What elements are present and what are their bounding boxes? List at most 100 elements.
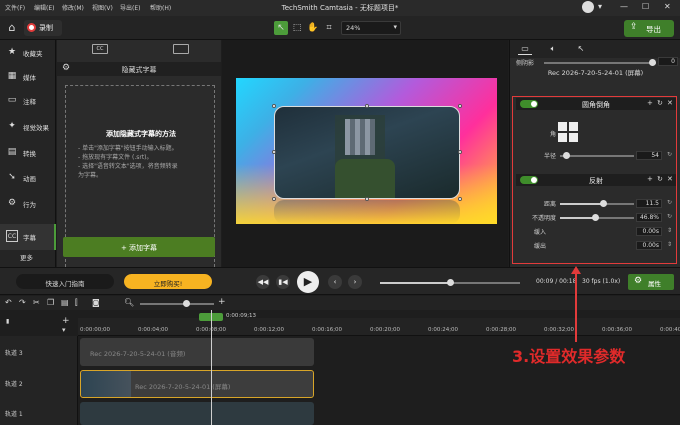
remove-effect-icon[interactable]: ✕	[667, 175, 673, 183]
radius-slider-knob[interactable]	[562, 152, 570, 159]
menu-export[interactable]: 导出(E)	[120, 3, 140, 12]
timeline-zoom-knob[interactable]	[183, 300, 190, 307]
export-button[interactable]: ⇪ 导出	[624, 20, 674, 37]
previous-icon[interactable]: ‹	[328, 275, 342, 289]
chevron-down-icon[interactable]: ▾	[62, 326, 66, 334]
nav-captions[interactable]: CC 字幕	[0, 224, 56, 250]
zoom-in-icon[interactable]: +	[218, 297, 226, 307]
add-caption-button[interactable]: + 添加字幕	[63, 237, 215, 257]
opacity-slider[interactable]	[544, 62, 656, 64]
video-properties-tab-icon[interactable]: ▭	[518, 43, 532, 55]
reflection-opacity-slider-knob[interactable]	[591, 214, 599, 221]
opacity-slider-knob[interactable]	[649, 59, 656, 66]
close-icon[interactable]: ✕	[664, 2, 671, 11]
pan-tool-icon[interactable]: ✋	[306, 21, 320, 35]
quick-start-guide-button[interactable]: 快速入门指南	[16, 274, 114, 289]
play-icon[interactable]: ▶	[297, 271, 319, 293]
opacity-value[interactable]: 0	[658, 57, 678, 66]
nav-more[interactable]: 更多	[20, 252, 33, 262]
nav-media[interactable]: ▦ 媒体	[0, 64, 56, 90]
playhead[interactable]	[211, 310, 212, 425]
account-dropdown-icon[interactable]: ▾	[598, 2, 602, 11]
properties-button[interactable]: ⚙ 属性	[628, 274, 674, 290]
corner-bottom-right[interactable]	[569, 133, 578, 142]
menu-help[interactable]: 帮助(H)	[150, 3, 171, 12]
nav-transitions[interactable]: ▤ 转换	[0, 140, 56, 166]
corner-top-right[interactable]	[569, 122, 578, 131]
radius-slider[interactable]	[560, 155, 634, 157]
timeline-zoom-slider[interactable]	[140, 303, 214, 305]
menu-file[interactable]: 文件(F)	[5, 3, 25, 12]
track1-clip[interactable]	[80, 402, 314, 425]
video-frame[interactable]	[274, 106, 460, 199]
resize-handle[interactable]	[272, 150, 276, 154]
stepper-icon[interactable]: ⇕	[667, 227, 672, 234]
track-options-icon[interactable]: ▮	[6, 318, 9, 325]
nav-annotations[interactable]: ▭ 注释	[0, 88, 56, 114]
fade-out-value[interactable]: 0.00s	[636, 241, 662, 250]
maximize-icon[interactable]: ☐	[642, 2, 649, 11]
split-icon[interactable]: ⫿	[75, 298, 78, 308]
minimize-icon[interactable]: —	[620, 2, 628, 11]
select-tool-icon[interactable]: ↖	[274, 21, 288, 35]
camera-icon[interactable]: ◙	[92, 298, 100, 307]
folder-tab-icon[interactable]	[173, 44, 189, 54]
rewind-icon[interactable]: ◀◀	[256, 275, 270, 289]
menu-view[interactable]: 视图(V)	[92, 3, 113, 12]
add-effect-icon[interactable]: +	[647, 175, 653, 183]
resize-handle[interactable]	[458, 150, 462, 154]
reset-icon[interactable]: ↻	[657, 175, 663, 183]
corner-top-left[interactable]	[558, 122, 567, 131]
crop-tool-icon[interactable]: ⌗	[322, 21, 336, 35]
resize-handle[interactable]	[272, 104, 276, 108]
undo-icon[interactable]: ↶	[5, 298, 12, 307]
stepper-icon[interactable]: ⇕	[667, 241, 672, 248]
audio-clip[interactable]: Rec 2026-7-20-5-24-01 (音频)	[80, 338, 314, 366]
reset-icon[interactable]: ↻	[667, 213, 672, 220]
audio-tab-icon[interactable]: 🔈︎	[546, 43, 560, 55]
distance-value[interactable]: 11.5	[636, 199, 662, 208]
zoom-out-icon[interactable]: 🔍︎	[124, 298, 134, 307]
cursor-tab-icon[interactable]: ↖	[574, 43, 588, 55]
add-effect-icon[interactable]: +	[647, 99, 653, 107]
distance-slider-knob[interactable]	[599, 200, 607, 207]
resize-handle[interactable]	[272, 197, 276, 201]
home-icon[interactable]: ⌂	[5, 21, 19, 35]
account-avatar-icon[interactable]	[582, 1, 594, 13]
corner-picker[interactable]	[558, 122, 578, 142]
preview-canvas[interactable]	[236, 78, 497, 224]
resize-handle[interactable]	[365, 104, 369, 108]
redo-icon[interactable]: ↷	[19, 298, 26, 307]
cut-icon[interactable]: ✂	[33, 298, 40, 307]
step-back-icon[interactable]: ▮◀	[276, 275, 290, 289]
resize-handle[interactable]	[365, 197, 369, 201]
menu-edit[interactable]: 编辑(E)	[34, 3, 54, 12]
resize-handle[interactable]	[458, 104, 462, 108]
screen-clip[interactable]: Rec 2026-7-20-5-24-01 (屏幕)	[80, 370, 314, 398]
nav-animations[interactable]: ➘ 动画	[0, 165, 56, 191]
corner-bottom-left[interactable]	[558, 133, 567, 142]
reset-icon[interactable]: ↻	[667, 199, 672, 206]
zoom-select[interactable]: 24% ▾	[341, 21, 401, 35]
nav-favorites[interactable]: ★ 收藏夹	[0, 40, 56, 66]
multi-select-tool-icon[interactable]: ⬚	[290, 21, 304, 35]
reset-icon[interactable]: ↻	[657, 99, 663, 107]
radius-value[interactable]: 54	[636, 151, 662, 160]
playback-scrubber-knob[interactable]	[447, 279, 454, 286]
nav-visual-effects[interactable]: ✦ 视觉效果	[0, 114, 56, 140]
next-icon[interactable]: ›	[348, 275, 362, 289]
cc-tab-icon[interactable]: CC	[92, 44, 108, 54]
reset-icon[interactable]: ↻	[667, 151, 672, 158]
add-track-icon[interactable]: +	[62, 316, 70, 326]
paste-icon[interactable]: ▤	[61, 298, 69, 307]
timeline-ruler[interactable]: 0:00:00;000:00:04;000:00:08;000:00:12;00…	[78, 318, 680, 336]
reflection-opacity-value[interactable]: 46.8%	[636, 213, 662, 222]
resize-handle[interactable]	[458, 197, 462, 201]
buy-now-button[interactable]: 立即购买!	[124, 274, 212, 289]
fade-in-value[interactable]: 0.00s	[636, 227, 662, 236]
record-button[interactable]: 录制	[24, 20, 62, 36]
copy-icon[interactable]: ❐	[47, 298, 54, 307]
remove-effect-icon[interactable]: ✕	[667, 99, 673, 107]
menu-modify[interactable]: 修改(M)	[62, 3, 84, 12]
nav-behaviors[interactable]: ⚙ 行为	[0, 191, 56, 217]
